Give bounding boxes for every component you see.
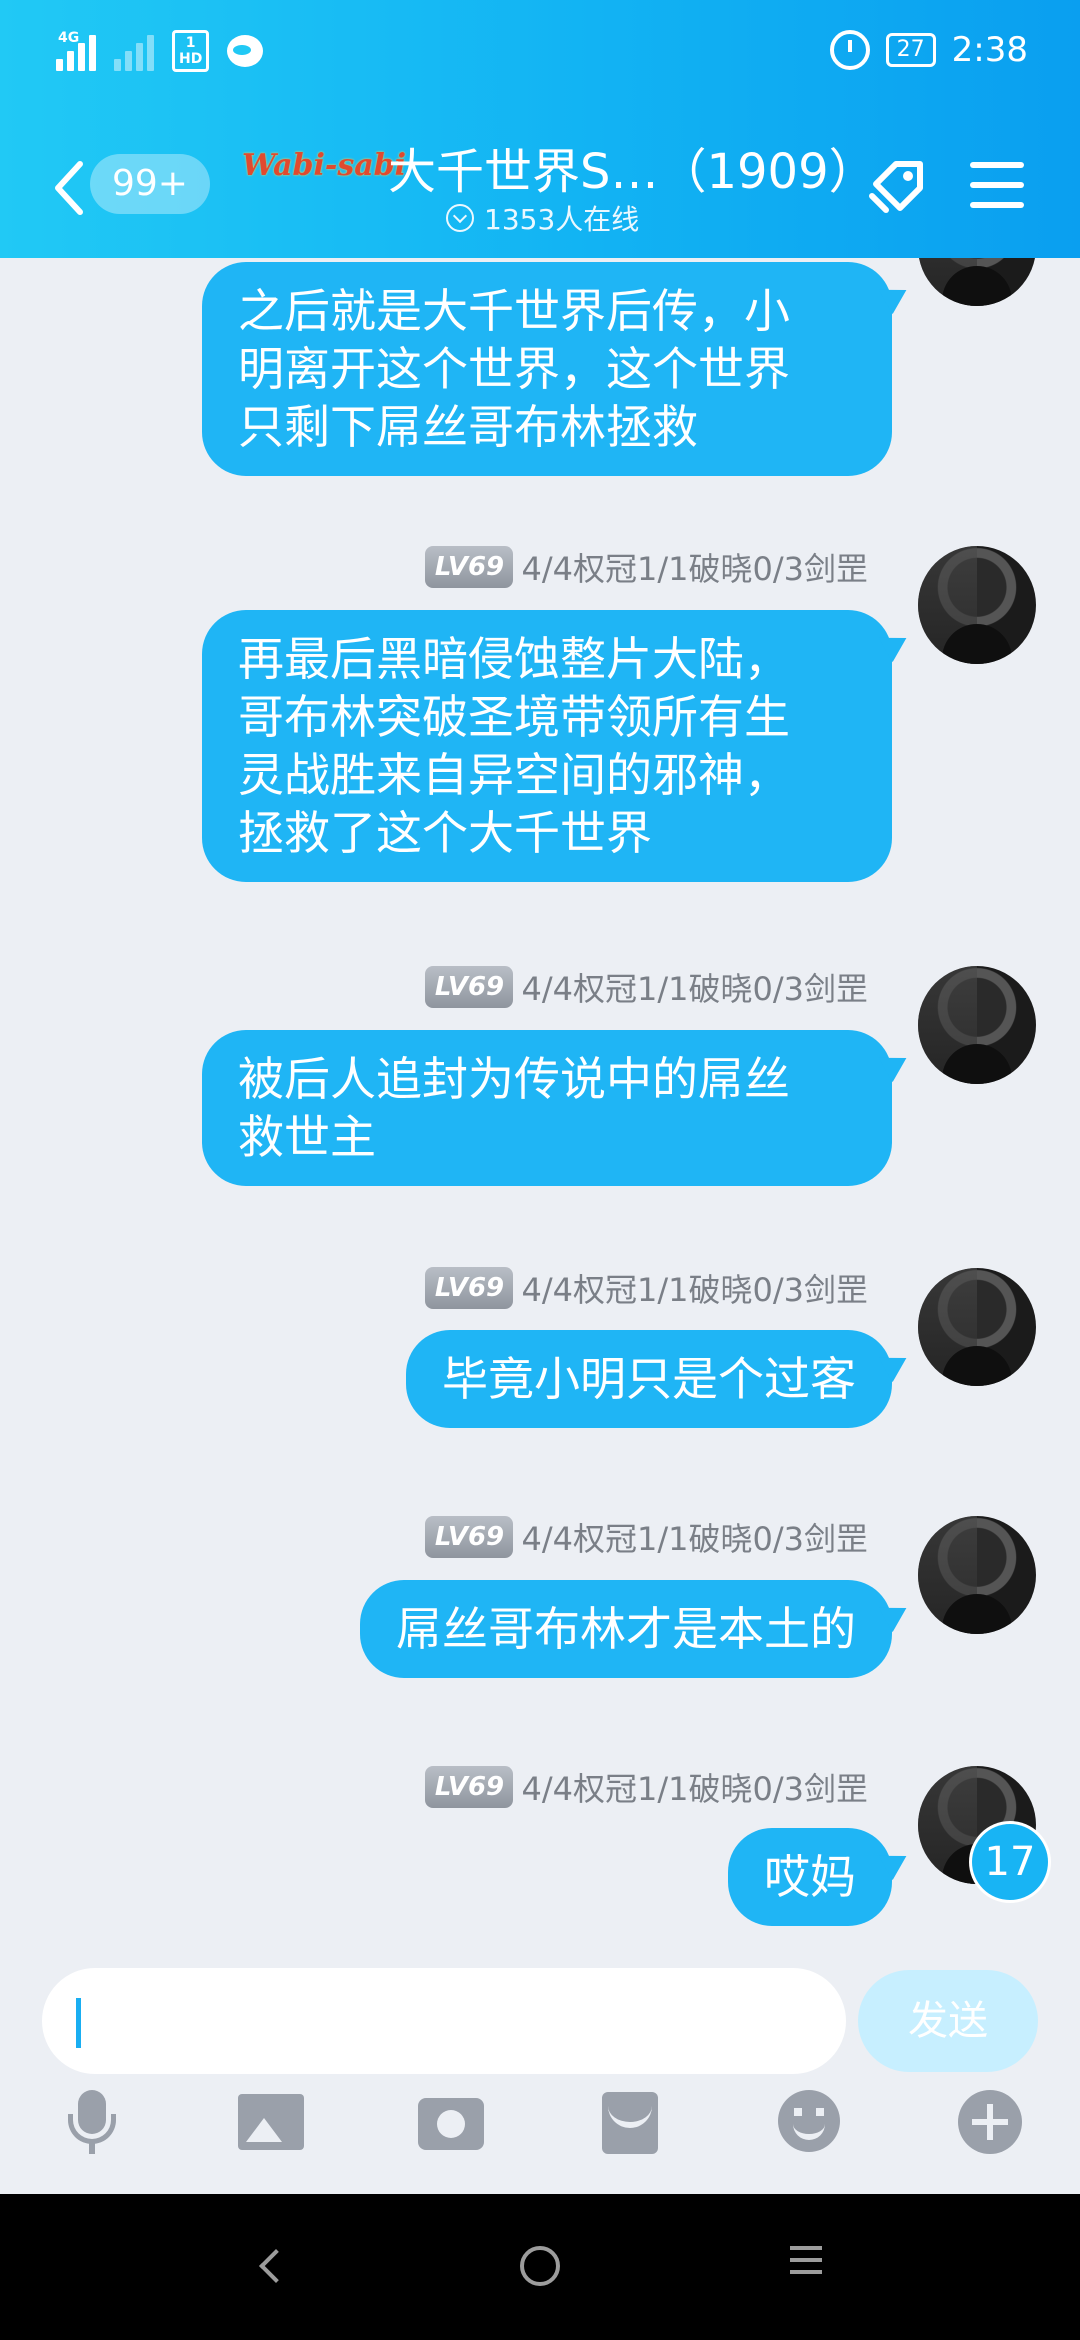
message-input[interactable]: [42, 1968, 846, 2074]
avatar[interactable]: [918, 1516, 1036, 1634]
message-bubble[interactable]: 再最后黑暗侵蚀整片大陆， 哥布林突破圣境带领所有生 灵战胜来自异空间的邪神， 拯…: [202, 610, 892, 882]
battery-icon: 27: [885, 33, 936, 67]
chat-header: 99+ Wabi-sabi 大千世界S…（1909） 1353人在线: [0, 110, 1080, 258]
sender-meta: LV69 4/4权冠1/1破晓0/3剑罡: [425, 1514, 868, 1560]
avatar[interactable]: [918, 546, 1036, 664]
message-bubble[interactable]: 之后就是大千世界后传，小 明离开这个世界，这个世界 只剩下屌丝哥布林拯救: [202, 262, 892, 476]
message-bubble[interactable]: 哎妈: [728, 1828, 892, 1926]
group-logo: Wabi-sabi: [242, 148, 407, 183]
level-badge: LV69: [425, 1766, 514, 1808]
unread-badge[interactable]: 99+: [90, 154, 210, 214]
sender-meta: LV69 4/4权冠1/1破晓0/3剑罡: [425, 1764, 868, 1810]
tag-icon[interactable]: [862, 150, 932, 220]
menu-icon[interactable]: [970, 162, 1024, 208]
avatar[interactable]: [918, 258, 1036, 306]
composer: 发送: [0, 1944, 1080, 2074]
sender-meta: LV69 4/4权冠1/1破晓0/3剑罡: [425, 964, 868, 1010]
avatar[interactable]: [918, 966, 1036, 1084]
sender-meta: LV69 4/4权冠1/1破晓0/3剑罡: [425, 1265, 868, 1311]
system-nav-bar: [0, 2194, 1080, 2340]
text-caret: [76, 1998, 81, 2048]
nav-recents-icon[interactable]: [790, 2246, 834, 2290]
avatar[interactable]: [918, 1268, 1036, 1386]
mic-icon[interactable]: [60, 2090, 124, 2154]
level-badge: LV69: [425, 1516, 514, 1558]
image-icon[interactable]: [238, 2094, 304, 2150]
nav-back-icon[interactable]: [250, 2246, 294, 2290]
status-bar: 4G 1 HD 27 2:38: [0, 0, 1080, 110]
signal-2-icon: [114, 31, 154, 71]
back-icon[interactable]: [48, 158, 88, 218]
online-count[interactable]: 1353人在线: [446, 198, 639, 238]
status-left-icons: 1 HD: [56, 30, 264, 72]
plus-icon[interactable]: [958, 2090, 1022, 2154]
signal-icon: [56, 31, 96, 71]
message-list[interactable]: 之后就是大千世界后传，小 明离开这个世界，这个世界 只剩下屌丝哥布林拯救 LV6…: [0, 258, 1080, 1944]
level-badge: LV69: [425, 966, 514, 1008]
message-bubble[interactable]: 毕竟小明只是个过客: [406, 1330, 892, 1428]
emoji-icon[interactable]: [778, 2090, 840, 2152]
input-toolbar: [0, 2090, 1080, 2186]
new-message-count-badge[interactable]: 17: [972, 1824, 1048, 1900]
chevron-down-icon: [446, 204, 474, 232]
message-bubble[interactable]: 屌丝哥布林才是本土的: [360, 1580, 892, 1678]
message-bubble[interactable]: 被后人追封为传说中的屌丝 救世主: [202, 1030, 892, 1186]
top-bar: 4G 1 HD 27 2:38 99+ Wabi-sabi 大千世界S…（1909…: [0, 0, 1080, 258]
level-badge: LV69: [425, 1267, 514, 1309]
sender-meta: LV69 4/4权冠1/1破晓0/3剑罡: [425, 544, 868, 590]
wechat-icon: [227, 35, 264, 67]
nav-home-icon[interactable]: [520, 2246, 560, 2286]
status-right-icons: 27 2:38: [829, 30, 1028, 70]
red-packet-icon[interactable]: [602, 2092, 658, 2154]
camera-icon[interactable]: [418, 2098, 484, 2150]
hd-icon: 1 HD: [172, 30, 210, 72]
level-badge: LV69: [425, 546, 514, 588]
alarm-icon: [829, 30, 870, 70]
send-button[interactable]: 发送: [858, 1970, 1038, 2072]
group-title[interactable]: 大千世界S…（1909）: [388, 132, 877, 202]
clock: 2:38: [951, 30, 1028, 70]
